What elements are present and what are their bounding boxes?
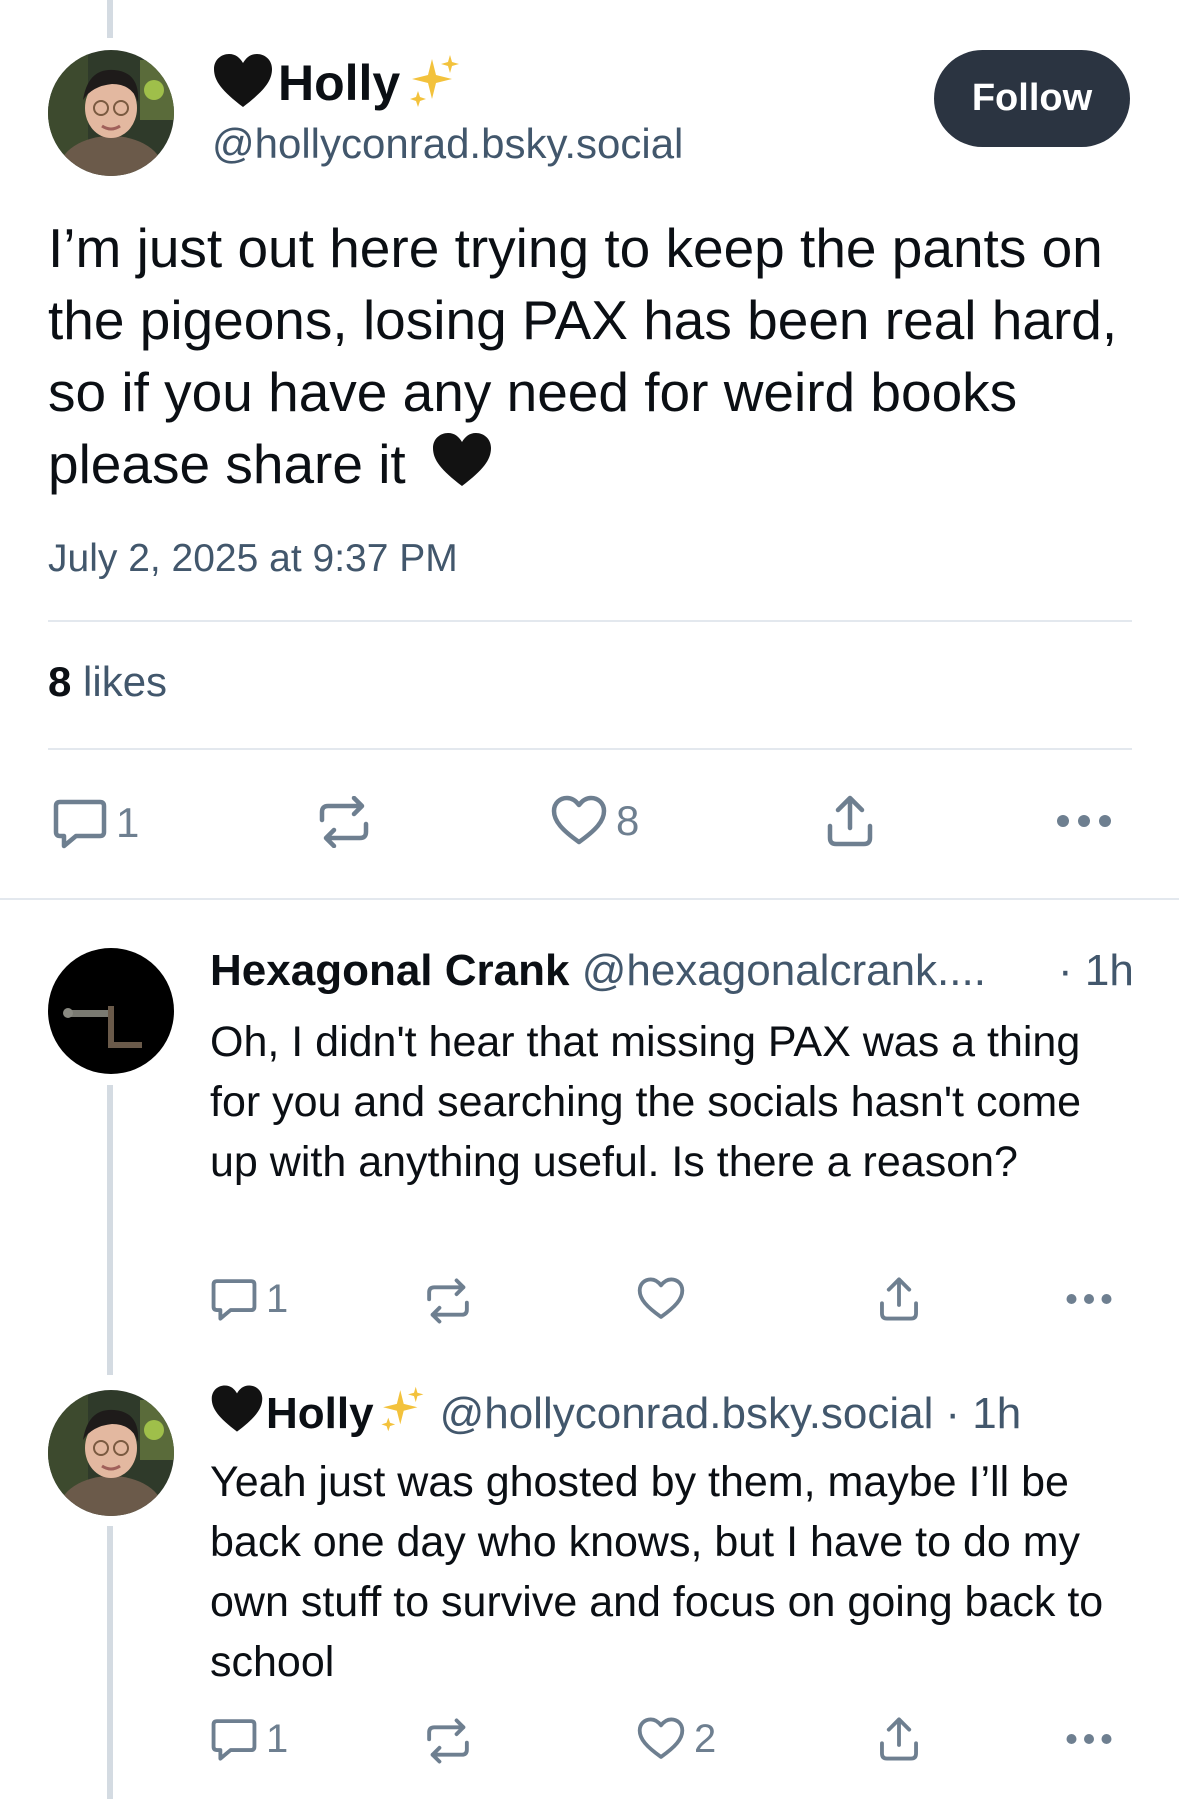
post-text-body: I’m just out here trying to keep the pan… [48, 217, 1118, 495]
reply-icon [210, 1276, 258, 1322]
reply-time: · 1h [945, 1389, 1022, 1438]
repost-icon [316, 796, 372, 848]
thread-line-reply-1 [107, 1085, 113, 1375]
share-icon [824, 794, 876, 848]
reply-author-handle: @hollyconrad.bsky.social [439, 1389, 934, 1438]
black-heart-icon [431, 432, 493, 505]
heart-icon [636, 1716, 686, 1762]
reply-header[interactable]: Hexagonal Crank @hexagonalcrank.... [210, 946, 986, 996]
avatar-holly[interactable] [48, 50, 174, 176]
more-icon [1064, 1728, 1114, 1750]
thread-line-reply-2 [107, 1526, 113, 1799]
reply-count: 1 [266, 1716, 289, 1761]
likes-label: likes [83, 658, 168, 705]
more-icon [1054, 808, 1114, 834]
more-icon [1064, 1288, 1114, 1310]
reply-icon [210, 1716, 258, 1762]
avatar-holly[interactable] [48, 1390, 174, 1516]
repost-button[interactable] [424, 1718, 472, 1764]
reply-text: Oh, I didn't hear that missing PAX was a… [210, 1018, 1082, 1186]
thread-line-top [107, 0, 113, 38]
sparkles-icon [378, 1385, 426, 1444]
sparkles-icon [406, 53, 462, 114]
heart-icon [550, 794, 608, 848]
reply-button[interactable]: 1 [52, 796, 139, 850]
reply-icon [52, 796, 108, 850]
reply-author-name: Holly [266, 1389, 374, 1438]
share-button[interactable] [824, 794, 876, 848]
divider [48, 620, 1132, 622]
like-count: 2 [694, 1716, 717, 1761]
more-button[interactable] [1064, 1288, 1114, 1310]
repost-button[interactable] [316, 796, 372, 848]
section-divider [0, 898, 1179, 900]
black-heart-icon [210, 1384, 264, 1445]
black-heart-icon [212, 53, 274, 114]
share-icon [876, 1716, 922, 1762]
likes-count: 8 [48, 658, 72, 705]
author-name-row[interactable]: Holly [212, 52, 462, 114]
follow-button[interactable]: Follow [934, 50, 1130, 147]
likes-summary[interactable]: 8 likes [48, 658, 167, 706]
share-icon [876, 1276, 922, 1322]
reply-time[interactable]: · 1h [1058, 946, 1134, 996]
reply-button[interactable]: 1 [210, 1716, 288, 1762]
share-button[interactable] [876, 1716, 922, 1762]
reply-author-name: Hexagonal Crank [210, 946, 570, 995]
reply-header[interactable]: Holly @hollyconrad.bsky.social · 1h [210, 1384, 1022, 1440]
like-button[interactable]: 8 [550, 794, 639, 848]
avatar-hexagonal-crank[interactable] [48, 948, 174, 1074]
share-button[interactable] [876, 1276, 922, 1322]
more-button[interactable] [1064, 1728, 1114, 1750]
like-count: 8 [616, 797, 640, 844]
reply-button[interactable]: 1 [210, 1276, 288, 1322]
heart-icon [636, 1276, 686, 1322]
post-text: I’m just out here trying to keep the pan… [48, 212, 1138, 505]
reply-count: 1 [266, 1276, 289, 1321]
like-button[interactable] [636, 1276, 686, 1322]
reply-count: 1 [116, 799, 140, 846]
like-button[interactable]: 2 [636, 1716, 716, 1762]
post-timestamp: July 2, 2025 at 9:37 PM [48, 537, 458, 580]
reply-author-handle: @hexagonalcrank.... [581, 946, 986, 995]
more-button[interactable] [1054, 808, 1114, 834]
author-name: Holly [278, 55, 401, 111]
repost-icon [424, 1278, 472, 1324]
reply-text: Yeah just was ghosted by them, maybe I’l… [210, 1458, 1104, 1686]
repost-button[interactable] [424, 1278, 472, 1324]
author-handle[interactable]: @hollyconrad.bsky.social [212, 120, 683, 168]
divider [48, 748, 1132, 750]
repost-icon [424, 1718, 472, 1764]
